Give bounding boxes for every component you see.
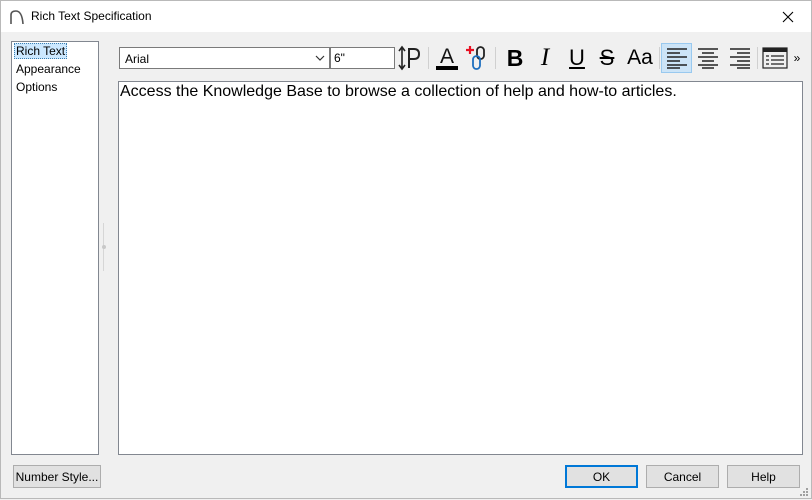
number-style-button[interactable]: Number Style... — [13, 465, 101, 488]
line-spacing-icon — [398, 45, 421, 71]
nav-item-appearance[interactable]: Appearance — [14, 61, 83, 77]
align-left-button[interactable] — [661, 43, 692, 73]
font-size-input[interactable] — [330, 47, 395, 69]
font-color-icon: A — [436, 45, 458, 70]
line-spacing-button[interactable] — [397, 43, 423, 73]
close-icon — [782, 11, 794, 22]
rich-text-editor[interactable]: Access the Knowledge Base to browse a co… — [118, 81, 803, 455]
change-case-button[interactable]: Aa — [624, 43, 656, 73]
editor-content: Access the Knowledge Base to browse a co… — [120, 83, 677, 100]
bold-icon: B — [506, 44, 524, 71]
chevron-double-right-icon: » — [793, 51, 801, 65]
align-right-icon — [730, 48, 750, 69]
help-button[interactable]: Help — [727, 465, 800, 488]
window-title: Rich Text Specification — [31, 9, 152, 23]
strikethrough-button[interactable]: S — [594, 43, 620, 73]
chevron-down-icon — [314, 52, 326, 64]
svg-text:A: A — [440, 45, 454, 68]
text-color-button[interactable]: A — [433, 43, 461, 73]
close-button[interactable] — [765, 1, 811, 32]
align-center-button[interactable] — [694, 43, 722, 73]
app-icon — [9, 9, 25, 25]
add-link-icon — [466, 46, 485, 70]
font-family-value: Arial — [125, 52, 150, 66]
ok-button[interactable]: OK — [565, 465, 638, 488]
cancel-button[interactable]: Cancel — [646, 465, 719, 488]
font-family-select[interactable]: Arial — [119, 47, 330, 69]
nav-item-rich-text[interactable]: Rich Text — [14, 43, 68, 59]
align-center-icon — [698, 48, 718, 69]
list-button[interactable] — [760, 43, 790, 73]
underline-button[interactable]: U — [564, 43, 590, 73]
bold-button[interactable]: B — [501, 43, 529, 73]
underline-icon: U — [569, 45, 585, 70]
change-case-icon: Aa — [627, 46, 653, 69]
title-bar[interactable]: Rich Text Specification — [1, 1, 811, 32]
strikethrough-icon: S — [599, 45, 615, 70]
splitter-grip-icon — [102, 245, 106, 249]
dialog-window: Rich Text Specification Rich Text Appear… — [0, 0, 812, 499]
bulleted-list-icon — [762, 47, 788, 69]
align-left-icon — [666, 48, 687, 69]
nav-item-options[interactable]: Options — [14, 79, 59, 95]
italic-button[interactable]: I — [532, 43, 558, 73]
align-right-button[interactable] — [726, 43, 754, 73]
hyperlink-button[interactable] — [464, 43, 490, 73]
resize-grip-icon[interactable] — [799, 486, 809, 496]
panel-splitter[interactable] — [102, 223, 106, 271]
category-list[interactable]: Rich Text Appearance Options — [11, 41, 99, 455]
toolbar-overflow-button[interactable]: » — [791, 43, 803, 73]
italic-icon: I — [540, 44, 550, 71]
